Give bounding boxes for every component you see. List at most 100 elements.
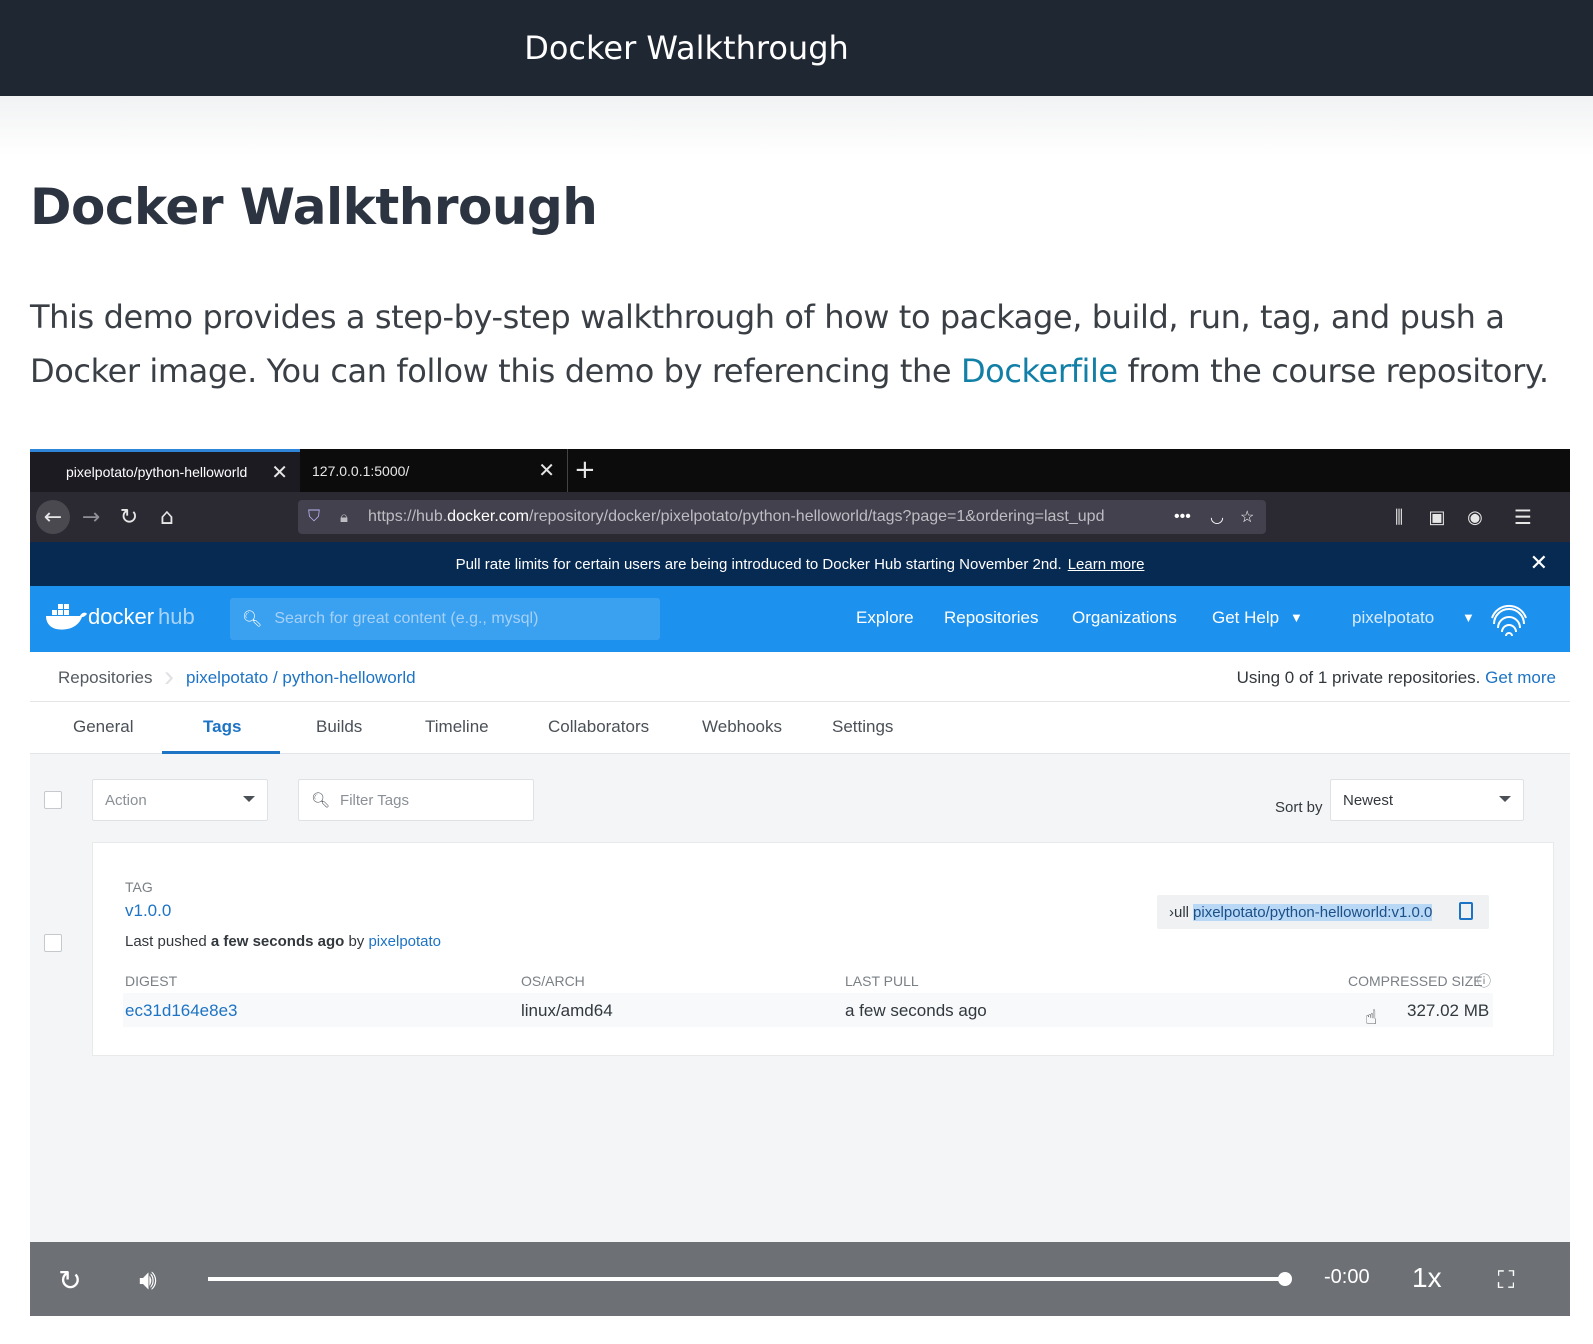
browser-tab-dockerhub[interactable]: pixelpotato/python-helloworld ✕	[30, 449, 300, 492]
pushed-by-user-link[interactable]: pixelpotato	[368, 933, 441, 950]
nav-get-help[interactable]: Get Help	[1212, 608, 1279, 628]
reader-view-icon[interactable]: ▣	[1420, 500, 1454, 534]
announcement-text: Pull rate limits for certain users are b…	[455, 555, 1062, 573]
tab-settings[interactable]: Settings	[832, 717, 893, 737]
filter-tags-placeholder: Filter Tags	[340, 791, 409, 809]
tag-card: TAG v1.0.0 Last pushed a few seconds ago…	[92, 842, 1554, 1056]
tag-label: TAG	[125, 879, 153, 895]
intro-paragraph: This demo provides a step-by-step walkth…	[30, 290, 1560, 398]
page-title: Docker Walkthrough	[30, 178, 598, 236]
header-title: Docker Walkthrough	[524, 29, 849, 67]
last-pushed-text: Last pushed a few seconds ago by pixelpo…	[125, 933, 442, 950]
lock-icon: 🔒︎	[340, 508, 348, 526]
last-pull-value: a few seconds ago	[845, 1001, 987, 1020]
browser-tab-localhost[interactable]: 127.0.0.1:5000/ ✕	[300, 449, 568, 492]
close-icon[interactable]: ✕	[538, 458, 555, 483]
tab-tags[interactable]: Tags	[203, 717, 241, 737]
tag-row-checkbox[interactable]	[44, 934, 62, 952]
reload-icon[interactable]: ↻	[112, 500, 146, 534]
url-text: https://hub.docker.com/repository/docker…	[368, 508, 1105, 525]
volume-icon[interactable]: 🔊︎	[128, 1260, 168, 1300]
filter-tags-input[interactable]: 🔍︎ Filter Tags	[298, 779, 534, 821]
playback-speed-button[interactable]: 1x	[1412, 1262, 1442, 1294]
search-placeholder: Search for great content (e.g., mysql)	[274, 610, 539, 627]
tab-builds[interactable]: Builds	[316, 717, 362, 737]
digest-link[interactable]: ec31d164e8e3	[125, 1001, 238, 1021]
browser-tab-label: 127.0.0.1:5000/	[312, 462, 410, 479]
more-icon[interactable]: •••	[1174, 508, 1191, 526]
nav-explore[interactable]: Explore	[856, 608, 914, 628]
digest-column-header: DIGEST	[125, 973, 178, 989]
chevron-down-icon	[1499, 796, 1511, 802]
new-tab-icon[interactable]: +	[574, 455, 596, 485]
progress-bar[interactable]	[208, 1277, 1286, 1281]
chevron-down-icon	[243, 796, 255, 802]
sort-by-label: Sort by	[1275, 799, 1323, 816]
browser-tab-label: pixelpotato/python-helloworld	[66, 464, 248, 480]
dockerfile-link[interactable]: Dockerfile	[961, 352, 1118, 390]
breadcrumb-current[interactable]: pixelpotato / python-helloworld	[186, 668, 416, 688]
tab-general[interactable]: General	[73, 717, 133, 737]
close-icon[interactable]: ✕	[1530, 550, 1548, 576]
video-player[interactable]: pixelpotato/python-helloworld ✕ 127.0.0.…	[30, 449, 1570, 1316]
close-icon[interactable]: ✕	[271, 460, 288, 485]
breadcrumb-separator-icon: ›	[164, 660, 174, 693]
search-icon: 🔍︎	[311, 792, 331, 809]
sort-select[interactable]: Newest	[1330, 779, 1524, 821]
account-icon[interactable]: ◉	[1458, 500, 1492, 534]
dockerhub-navbar: docker hub 🔍︎ Search for great content (…	[30, 586, 1570, 652]
home-icon[interactable]: ⌂	[150, 500, 184, 534]
compressed-size-column-header: COMPRESSED SIZE	[1348, 973, 1483, 989]
fullscreen-icon[interactable]: ⛶	[1486, 1260, 1526, 1300]
private-repos-note: Using 0 of 1 private repositories. Get m…	[1236, 668, 1556, 687]
get-more-link[interactable]: Get more	[1485, 668, 1556, 687]
os-arch-value: linux/amd64	[521, 1001, 613, 1020]
star-icon[interactable]: ☆	[1240, 507, 1254, 527]
fingerprint-avatar-icon[interactable]	[1488, 598, 1530, 640]
forward-arrow-icon[interactable]: →	[74, 500, 108, 534]
search-icon: 🔍︎	[242, 611, 263, 628]
url-bar[interactable]: ⛉ 🔒︎ https://hub.docker.com/repository/d…	[298, 500, 1266, 534]
docker-pull-command[interactable]: ›ull pixelpotato/python-helloworld:v1.0.…	[1157, 895, 1489, 929]
time-remaining: -0:00	[1324, 1266, 1370, 1288]
pull-command-text: pixelpotato/python-helloworld:v1.0.0	[1193, 903, 1433, 921]
info-icon[interactable]: ⓘ	[1477, 971, 1491, 991]
tag-name-link[interactable]: v1.0.0	[125, 901, 171, 921]
action-select-label: Action	[105, 791, 147, 809]
nav-repositories[interactable]: Repositories	[944, 608, 1039, 628]
pull-prefix: ›ull	[1169, 903, 1190, 921]
tab-webhooks[interactable]: Webhooks	[702, 717, 782, 737]
video-controls: ↻ 🔊︎ -0:00 1x ⛶	[30, 1242, 1570, 1316]
hand-cursor-icon: ☝︎	[1365, 1007, 1378, 1029]
chevron-down-icon[interactable]: ▼	[1290, 610, 1303, 625]
breadcrumb: Repositories › pixelpotato / python-hell…	[30, 652, 1570, 702]
learn-more-link[interactable]: Learn more	[1068, 556, 1145, 573]
chevron-down-icon[interactable]: ▼	[1462, 610, 1475, 625]
action-select[interactable]: Action	[92, 779, 268, 821]
sort-select-value: Newest	[1343, 791, 1394, 809]
pocket-icon[interactable]: ◡	[1210, 507, 1224, 527]
dockerhub-search-input[interactable]: 🔍︎ Search for great content (e.g., mysql…	[230, 598, 660, 640]
menu-icon[interactable]: ☰	[1506, 500, 1540, 534]
tab-timeline[interactable]: Timeline	[425, 717, 489, 737]
header-shadow	[0, 96, 1593, 156]
nav-organizations[interactable]: Organizations	[1072, 608, 1177, 628]
shield-icon: ⛉	[308, 508, 321, 525]
copy-icon[interactable]	[1459, 902, 1473, 920]
tab-collaborators[interactable]: Collaborators	[548, 717, 649, 737]
repo-tabs: General Tags Builds Timeline Collaborato…	[30, 702, 1570, 754]
replay-icon[interactable]: ↻	[50, 1260, 90, 1300]
select-all-checkbox[interactable]	[44, 791, 62, 809]
compressed-size-value: 327.02 MB	[1407, 1001, 1490, 1020]
last-pull-column-header: LAST PULL	[845, 973, 919, 989]
user-menu[interactable]: pixelpotato	[1352, 608, 1434, 628]
back-arrow-icon[interactable]: ←	[36, 500, 70, 534]
whale-icon	[46, 604, 87, 630]
dockerhub-logo[interactable]: docker hub	[44, 602, 195, 632]
logo-hub-text: hub	[158, 604, 195, 629]
table-row	[123, 993, 1493, 1027]
library-icon[interactable]: ⫼	[1382, 500, 1416, 534]
breadcrumb-repositories[interactable]: Repositories	[58, 668, 153, 688]
os-arch-column-header: OS/ARCH	[521, 973, 585, 989]
progress-handle[interactable]	[1278, 1272, 1292, 1286]
